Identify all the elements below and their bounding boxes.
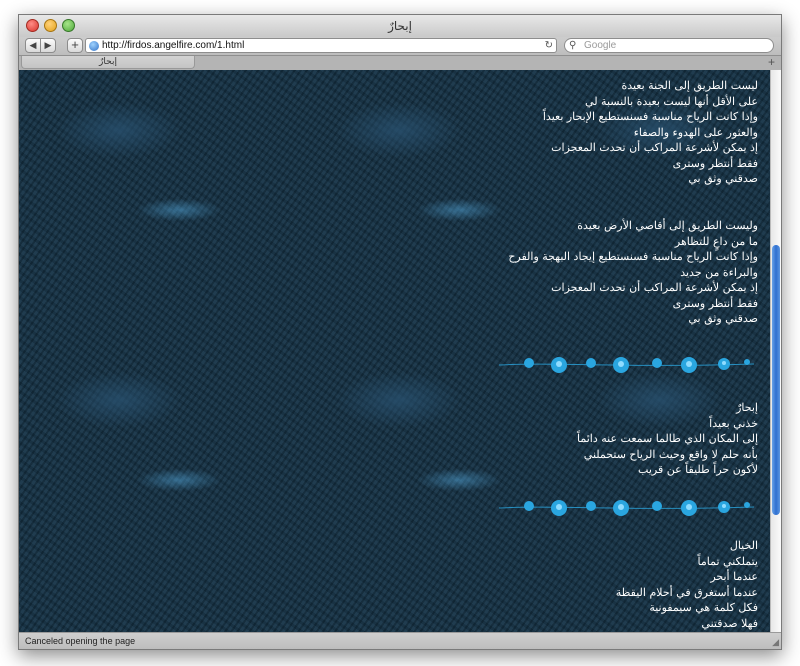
- poem-line: إلى المكان الذي طالما سمعت عنه دائماً: [577, 432, 758, 445]
- toolbar: ◀ ▶ + http://firdos.angelfire.com/1.html…: [19, 37, 781, 55]
- poem-line: لأكون حراً طليقاً عن قريب: [638, 463, 758, 476]
- page-content: ليست الطريق إلى الجنة بعيدة على الأقل أن…: [19, 70, 770, 632]
- search-field[interactable]: ⚲ Google: [564, 38, 774, 53]
- plus-icon: +: [71, 37, 79, 52]
- poem-line: فقط أنتظر وسترى: [672, 156, 758, 170]
- poem-line: والعثور على الهدوء والصفاء: [633, 125, 758, 139]
- poem-line: ليست الطريق إلى الجنة بعيدة: [621, 79, 758, 92]
- poem-line: صدقني وثق بي: [688, 172, 758, 185]
- poem-stanza-1: ليست الطريق إلى الجنة بعيدة على الأقل أن…: [543, 78, 758, 187]
- search-placeholder: Google: [584, 40, 617, 51]
- status-bar: Canceled opening the page ◢: [19, 632, 781, 649]
- poem-line: صدقني وثق بي: [688, 312, 758, 325]
- resize-grip-icon[interactable]: ◢: [772, 636, 779, 648]
- browser-window: إبحارٌ ◀ ▶ + http://firdos.angelfire.com…: [18, 14, 782, 650]
- reload-icon[interactable]: ↻: [545, 39, 553, 52]
- poem-stanza-3: إبحارٌ خذني بعيداً إلى المكان الذي طالما…: [577, 400, 758, 478]
- poem-line: بأنه حلم لا واقع وحيث الرياح ستحملني: [583, 447, 758, 461]
- poem-line: على الأقل أنها ليست بعيدة بالنسبة لي: [585, 94, 758, 108]
- tab-bar: إبحارٌ +: [19, 55, 781, 70]
- search-icon: ⚲: [569, 40, 577, 51]
- scrollbar-thumb[interactable]: [772, 245, 780, 515]
- rose-divider: [499, 357, 754, 373]
- forward-button[interactable]: ▶: [40, 38, 56, 53]
- back-arrow-icon: ◀: [29, 40, 37, 50]
- poem-line: وإذا كانت الرياح مناسبة فسنستطيع إيجاد ا…: [508, 250, 758, 263]
- new-tab-icon[interactable]: +: [768, 56, 775, 69]
- forward-arrow-icon: ▶: [44, 40, 52, 50]
- poem-line: يتملكني تماماً: [697, 554, 758, 568]
- poem-line: إذ يمكن لأشرعة المراكب أن تحدث المعجزات: [551, 141, 758, 154]
- poem-line: خذني بعيداً: [709, 416, 758, 430]
- poem-line: عندما أبحر: [710, 570, 758, 583]
- window-title: إبحارٌ: [388, 19, 412, 33]
- poem-line: ما من داعٍ للتظاهر: [674, 234, 758, 248]
- add-bookmark-button[interactable]: +: [67, 38, 83, 53]
- rose-divider-2: [499, 500, 754, 516]
- title-bar: إبحارٌ: [19, 15, 781, 37]
- poem-line: عندما أستغرق في أحلام اليقظة: [615, 585, 758, 599]
- status-text: Canceled opening the page: [25, 636, 136, 646]
- vertical-scrollbar[interactable]: [770, 70, 781, 632]
- poem-line: وإذا كانت الرياح مناسبة فسنستطيع الإبحار…: [542, 110, 758, 123]
- poem-line: فكل كلمة هي سيمفونية: [649, 601, 758, 614]
- tab-current[interactable]: إبحارٌ: [21, 56, 195, 69]
- poem-stanza-4: الخيال يتملكني تماماً عندما أبحر عندما أ…: [616, 538, 758, 631]
- poem-line: إبحارٌ: [736, 401, 758, 414]
- poem-stanza-2: وليست الطريق إلى أقاصي الأرض بعيدة ما من…: [508, 218, 758, 327]
- poem-line: إذ يمكن لأشرعة المراكب أن تحدث المعجزات: [551, 281, 758, 294]
- poem-line: وليست الطريق إلى أقاصي الأرض بعيدة: [577, 219, 758, 232]
- address-bar[interactable]: http://firdos.angelfire.com/1.html ↻: [85, 38, 557, 53]
- poem-line: فقط أنتظر وسترى: [672, 296, 758, 310]
- url-text[interactable]: http://firdos.angelfire.com/1.html: [102, 40, 244, 52]
- poem-line: فهلا صدقتني: [701, 616, 758, 630]
- globe-icon: [89, 41, 99, 51]
- back-button[interactable]: ◀: [25, 38, 41, 53]
- poem-line: والبراءة من جديد: [680, 265, 758, 279]
- poem-line: الخيال: [729, 539, 758, 552]
